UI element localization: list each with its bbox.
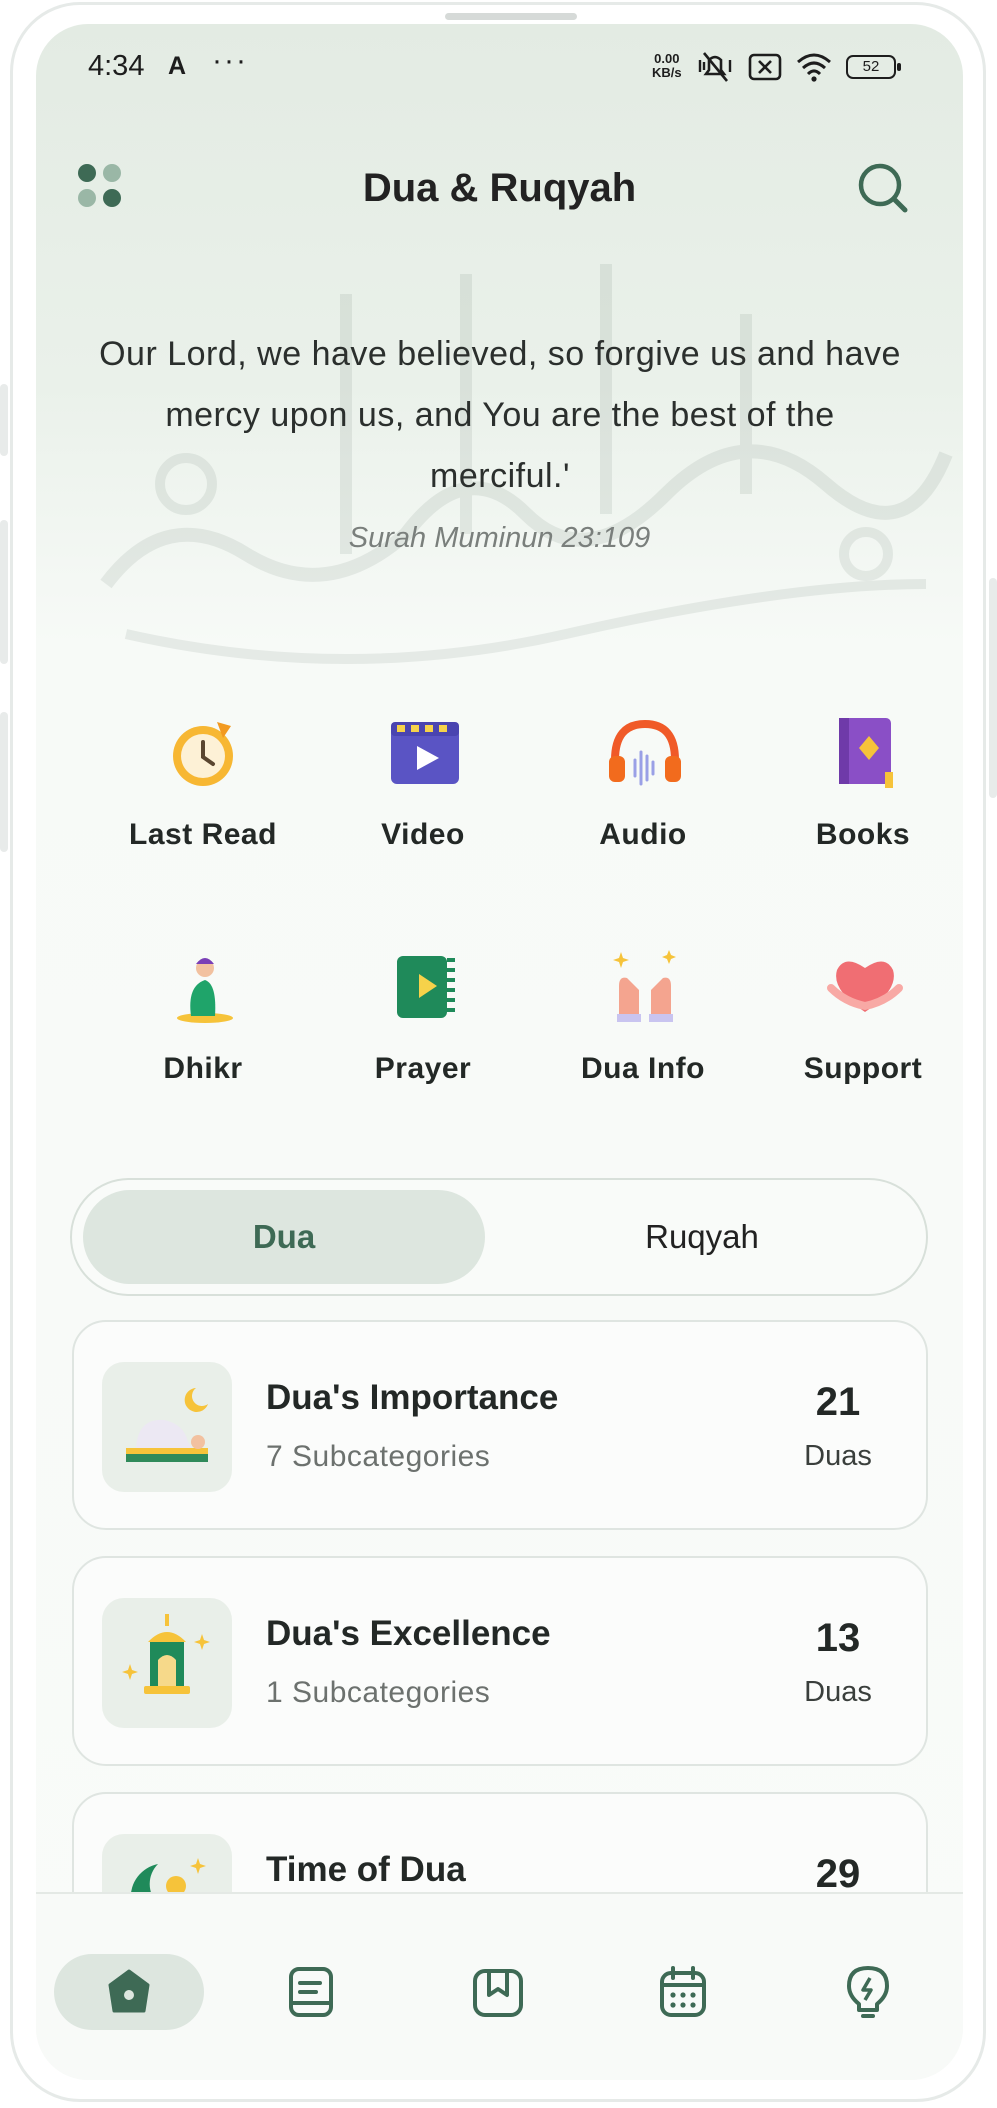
prayer-book-icon bbox=[397, 956, 455, 1018]
more-notifications-icon: ··· bbox=[212, 44, 248, 77]
nav-home[interactable] bbox=[54, 1954, 204, 2030]
feature-dua-info[interactable]: Dua Info bbox=[533, 946, 753, 1146]
feature-label: Video bbox=[381, 818, 465, 851]
device-notch bbox=[445, 13, 577, 20]
feature-label: Support bbox=[803, 1052, 923, 1085]
search-icon[interactable] bbox=[855, 160, 911, 216]
tab-dua[interactable]: Dua bbox=[83, 1190, 485, 1284]
dua-count: 21 bbox=[815, 1380, 861, 1424]
status-icons: 52 bbox=[696, 50, 901, 84]
category-title: Time of Dua bbox=[266, 1850, 466, 1889]
feature-label: Audio bbox=[599, 818, 687, 851]
category-card[interactable]: Dua's Importance 7 Subcategories 21 Duas bbox=[72, 1320, 928, 1530]
raised-hands-icon bbox=[613, 950, 676, 1022]
network-speed-value: 0.00 bbox=[654, 51, 680, 66]
headphones-icon bbox=[609, 719, 681, 786]
heart-hands-icon bbox=[827, 961, 903, 1012]
category-subtitle: 1 Subcategories bbox=[266, 1676, 491, 1709]
no-sim-icon bbox=[748, 53, 782, 81]
device-side-button bbox=[0, 520, 8, 664]
nav-ideas[interactable] bbox=[793, 1954, 943, 2030]
category-thumb bbox=[102, 1598, 232, 1728]
device-side-button bbox=[989, 578, 997, 798]
book-icon bbox=[839, 718, 893, 788]
bottom-navigation bbox=[36, 1892, 963, 2080]
feature-label: Books bbox=[815, 818, 911, 851]
device-side-button bbox=[0, 712, 8, 852]
feature-label: Dhikr bbox=[163, 1052, 243, 1085]
lightbulb-icon bbox=[847, 1966, 889, 2018]
home-icon bbox=[108, 1969, 150, 2013]
autofill-icon: A bbox=[168, 52, 187, 80]
page-title: Dua & Ruqyah bbox=[362, 166, 637, 210]
feature-label: Last Read bbox=[129, 818, 277, 851]
tab-ruqyah[interactable]: Ruqyah bbox=[502, 1190, 902, 1284]
category-toggle: Dua Ruqyah bbox=[70, 1178, 928, 1296]
notes-icon bbox=[289, 1967, 333, 2017]
device-side-button bbox=[0, 384, 8, 456]
network-speed-unit: KB/s bbox=[652, 65, 682, 80]
feature-audio[interactable]: Audio bbox=[533, 712, 753, 912]
dua-count-unit: Duas bbox=[804, 1440, 872, 1472]
feature-dhikr[interactable]: Dhikr bbox=[93, 946, 313, 1146]
category-title: Dua's Importance bbox=[266, 1378, 559, 1417]
hero-quote: Our Lord, we have believed, so forgive u… bbox=[99, 335, 901, 495]
hero-reference: Surah Muminun 23:109 bbox=[348, 522, 651, 554]
feature-label: Dua Info bbox=[581, 1052, 705, 1085]
feature-video[interactable]: Video bbox=[313, 712, 533, 912]
app-screen: 4:34 A ··· 0.00 KB/s 52 Dua & Ruqyah Our… bbox=[36, 24, 963, 2080]
clock-refresh-icon bbox=[173, 722, 233, 786]
mute-vibrate-icon bbox=[698, 52, 732, 82]
status-time: 4:34 bbox=[88, 50, 145, 82]
dua-count: 13 bbox=[815, 1616, 861, 1660]
nav-bookmarks[interactable] bbox=[423, 1954, 573, 2030]
wifi-icon bbox=[797, 53, 831, 82]
network-speed: 0.00 KB/s bbox=[652, 52, 682, 80]
nav-calendar[interactable] bbox=[608, 1954, 758, 2030]
feature-support[interactable]: Support bbox=[753, 946, 963, 1146]
category-title: Dua's Excellence bbox=[266, 1614, 551, 1653]
feature-prayer[interactable]: Prayer bbox=[313, 946, 533, 1146]
nav-notes[interactable] bbox=[236, 1954, 386, 2030]
calendar-icon bbox=[660, 1966, 706, 2017]
prostrating-person-icon bbox=[126, 1388, 208, 1462]
category-subtitle: 7 Subcategories bbox=[266, 1440, 491, 1473]
category-card[interactable]: Dua's Excellence 1 Subcategories 13 Duas bbox=[72, 1556, 928, 1766]
status-bar: 4:34 A ··· 0.00 KB/s 52 bbox=[36, 24, 963, 114]
video-icon bbox=[391, 722, 459, 784]
feature-label: Prayer bbox=[374, 1052, 472, 1085]
dua-count-unit: Duas bbox=[804, 1676, 872, 1708]
praying-person-icon bbox=[177, 958, 233, 1023]
dua-count: 29 bbox=[815, 1852, 861, 1896]
battery-indicator: 52 bbox=[846, 55, 901, 79]
category-thumb bbox=[102, 1362, 232, 1492]
feature-books[interactable]: Books bbox=[753, 712, 963, 912]
app-header: Dua & Ruqyah bbox=[36, 154, 963, 234]
feature-last-read[interactable]: Last Read bbox=[93, 712, 313, 912]
lantern-icon bbox=[122, 1614, 210, 1694]
bookmark-book-icon bbox=[473, 1969, 523, 2017]
